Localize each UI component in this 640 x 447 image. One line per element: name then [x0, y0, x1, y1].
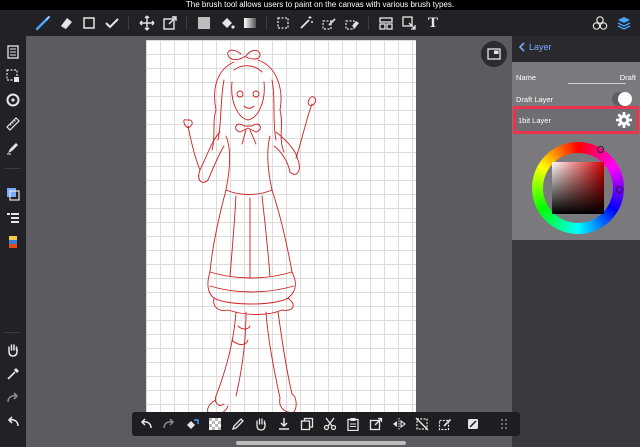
name-underline	[568, 83, 626, 84]
toolbar-divider	[266, 16, 267, 30]
guide-icon[interactable]	[463, 414, 483, 434]
drawing-canvas[interactable]	[146, 40, 416, 420]
select-pen-icon[interactable]	[319, 13, 339, 33]
transform-icon[interactable]	[160, 13, 180, 33]
onebit-layer-row[interactable]: 1bit Layer	[513, 106, 639, 134]
move-icon[interactable]	[137, 13, 157, 33]
cut-icon[interactable]	[320, 414, 340, 434]
bottom-toolbar	[132, 412, 520, 436]
layer-stack-icon[interactable]	[3, 184, 23, 204]
window-icon	[487, 48, 501, 60]
gear-icon[interactable]	[615, 111, 633, 129]
panel-icon[interactable]	[376, 13, 396, 33]
transform-icon[interactable]	[366, 414, 386, 434]
hue-marker[interactable]	[597, 146, 604, 153]
checker-icon[interactable]	[205, 414, 225, 434]
auto-select-icon[interactable]	[399, 13, 419, 33]
color-swatch-icon[interactable]	[3, 232, 23, 252]
select-eraser-icon[interactable]	[342, 13, 362, 33]
saturation-value-square[interactable]	[552, 162, 604, 214]
layer-back-button[interactable]: Layer	[518, 42, 552, 52]
redo-icon[interactable]	[159, 414, 179, 434]
brush-icon[interactable]	[33, 13, 53, 33]
toolbar-divider	[5, 168, 21, 169]
panel-empty-area	[512, 240, 640, 447]
redo-icon[interactable]	[3, 388, 23, 408]
pen-icon[interactable]	[228, 414, 248, 434]
toolbar-divider	[5, 332, 21, 333]
eyedropper-icon[interactable]	[3, 364, 23, 384]
download-icon[interactable]	[274, 414, 294, 434]
eraser-icon[interactable]	[56, 13, 76, 33]
hand-icon[interactable]	[251, 414, 271, 434]
toolbar-divider	[368, 16, 369, 30]
transform-fill-icon[interactable]	[182, 414, 202, 434]
home-indicator	[236, 441, 406, 445]
color-wheel[interactable]	[532, 142, 624, 234]
name-value[interactable]: Draft	[620, 73, 636, 82]
select-rect-icon[interactable]	[273, 13, 293, 33]
caption-text: The brush tool allows users to paint on …	[0, 0, 640, 10]
top-toolbar: T	[0, 10, 640, 36]
sketch-drawing	[183, 49, 317, 417]
layer-properties: Name Draft Draft Layer 1bit Layer	[512, 62, 640, 240]
left-toolbar	[0, 36, 26, 447]
app-window: The brush tool allows users to paint on …	[0, 0, 640, 447]
flip-icon[interactable]	[389, 414, 409, 434]
fill-tool-icon[interactable]	[3, 138, 23, 158]
toggle-knob	[618, 92, 632, 106]
name-row[interactable]: Name Draft	[512, 66, 640, 88]
check-icon[interactable]	[102, 13, 122, 33]
rotate-icon[interactable]	[3, 90, 23, 110]
hand-icon[interactable]	[3, 340, 23, 360]
draft-layer-label: Draft Layer	[516, 95, 554, 104]
undo-icon[interactable]	[136, 414, 156, 434]
list-icon[interactable]	[3, 208, 23, 228]
chevron-left-icon	[518, 42, 525, 52]
selection-icon[interactable]	[3, 66, 23, 86]
canvas-view-button[interactable]	[481, 41, 507, 67]
onebit-layer-label: 1bit Layer	[518, 116, 551, 125]
draft-layer-toggle[interactable]	[612, 92, 632, 106]
copy-icon[interactable]	[297, 414, 317, 434]
materials-icon[interactable]	[590, 13, 610, 33]
undo-icon[interactable]	[3, 412, 23, 432]
edit-icon[interactable]	[435, 414, 455, 434]
rectangle-icon[interactable]	[79, 13, 99, 33]
text-icon[interactable]: T	[423, 13, 443, 33]
bucket-icon[interactable]	[217, 13, 237, 33]
pages-icon[interactable]	[3, 42, 23, 62]
layer-panel: Layer Name Draft Draft Layer 1bit Layer	[512, 36, 640, 447]
color-marker[interactable]	[616, 186, 623, 193]
grip-icon[interactable]	[494, 414, 514, 434]
canvas-area[interactable]	[26, 36, 512, 447]
paste-icon[interactable]	[343, 414, 363, 434]
gradient-icon[interactable]	[240, 13, 260, 33]
layer-panel-header: Layer	[512, 36, 640, 62]
toolbar-divider	[128, 16, 129, 30]
name-label: Name	[516, 73, 537, 82]
layer-back-label: Layer	[529, 42, 552, 52]
magic-wand-icon[interactable]	[296, 13, 316, 33]
ruler-icon[interactable]	[3, 114, 23, 134]
layers-icon[interactable]	[614, 13, 634, 33]
fill-color-icon[interactable]	[194, 13, 214, 33]
deselect-icon[interactable]	[412, 414, 432, 434]
toolbar-divider	[186, 16, 187, 30]
